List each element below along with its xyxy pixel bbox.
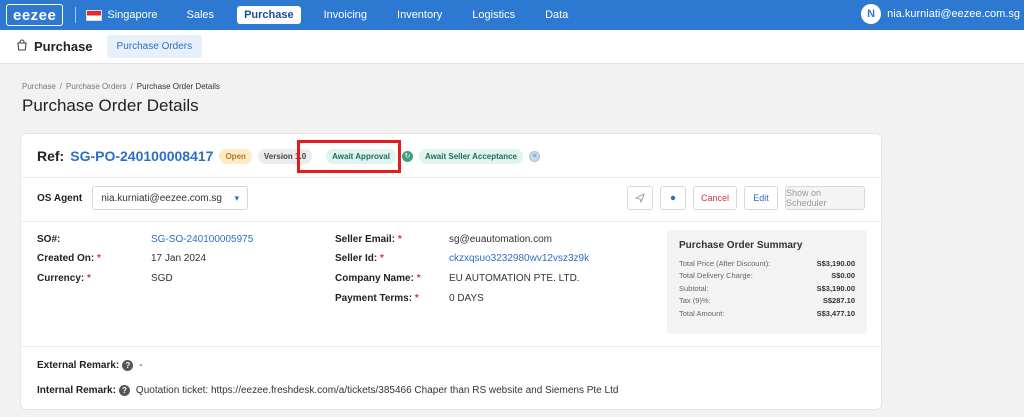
purchase-order-card: Ref: SG-PO-240100008417 Open Version 1.0… [20,133,883,410]
country-label: Singapore [107,9,158,21]
module-header: Purchase Purchase Orders [0,30,1024,64]
purchase-bag-icon [16,39,28,54]
divider [21,177,883,178]
summary-row: Total Price (After Discount): S$3,190.00 [679,258,855,268]
external-remark-label: External Remark: [37,360,120,371]
breadcrumb-purchase[interactable]: Purchase [22,82,56,91]
top-navbar: eezee Singapore Sales Purchase Invoicing… [0,0,1024,30]
summary-row: Total Delivery Charge: S$0.00 [679,271,855,281]
help-icon[interactable]: ? [122,360,134,371]
currency-label: Currency: * [37,273,91,284]
status-badge: Open [219,148,252,164]
divider [21,221,883,222]
ref-row: Ref: SG-PO-240100008417 Open Version 1.0… [37,148,546,164]
breadcrumb: Purchase / Purchase Orders / Purchase Order … [22,82,220,91]
send-button[interactable] [627,186,653,210]
highlight-annotation [297,140,401,173]
os-agent-value: nia.kurniati@eezee.com.sg [101,192,222,204]
internal-remark-value: Quotation ticket: https://eezee.freshdes… [135,385,619,396]
nav-sales[interactable]: Sales [180,6,222,24]
view-button[interactable] [660,186,686,210]
step-complete-icon: ↻ [401,150,413,162]
payment-terms-label: Payment Terms: * [335,293,419,304]
eye-icon [670,195,676,201]
step-pending-icon: ≡ [529,150,540,162]
action-buttons: Cancel Edit Show on Scheduler [620,186,865,210]
page-title: Purchase Order Details [22,96,199,115]
divider [21,346,883,347]
company-name-value: EU AUTOMATION PTE. LTD. [449,273,580,284]
breadcrumb-current: Purchase Order Details [136,82,220,91]
os-agent-select[interactable]: nia.kurniati@eezee.com.sg ▾ [92,186,249,210]
external-remark-value: - [139,360,143,371]
eezee-logo[interactable]: eezee [6,4,64,26]
country-selector[interactable]: Singapore [86,9,158,21]
send-icon [635,193,645,203]
step-await-seller-acceptance: Await Seller Acceptance [418,148,523,164]
payment-terms-value: 0 DAYS [449,293,484,304]
summary-title: Purchase Order Summary [679,240,803,251]
os-agent-label: OS Agent [37,192,83,204]
tab-purchase-orders[interactable]: Purchase Orders [106,35,203,58]
os-agent-row: OS Agent nia.kurniati@eezee.com.sg ▾ [37,186,249,210]
nav-invoicing[interactable]: Invoicing [317,6,374,24]
order-summary-panel: Purchase Order Summary Total Price (Afte… [667,230,867,334]
summary-row: Tax (9)%: S$287.10 [679,296,855,306]
ref-label: Ref: [37,148,65,164]
seller-id-link[interactable]: ckzxqsuo3232980wv12vsz3z9k [449,253,589,264]
nav-purchase[interactable]: Purchase [237,6,301,24]
company-name-label: Company Name: * [335,273,421,284]
singapore-flag-icon [86,9,103,21]
nav-divider [75,7,77,23]
external-remark-row: External Remark: ? - [37,360,143,371]
summary-row: Total Amount: S$3,477.10 [679,308,855,318]
so-number-label: SO#: [37,234,61,245]
internal-remark-label: Internal Remark: [37,385,116,396]
internal-remark-row: Internal Remark: ? Quotation ticket: htt… [37,385,618,396]
currency-value: SGD [151,273,173,284]
breadcrumb-purchase-orders[interactable]: Purchase Orders [66,82,126,91]
nav-logistics[interactable]: Logistics [465,6,522,24]
nav-data[interactable]: Data [538,6,575,24]
cancel-button[interactable]: Cancel [693,186,737,210]
ref-number: SG-PO-240100008417 [70,148,214,164]
user-menu[interactable]: N nia.kurniati@eezee.com.sg [861,4,1020,24]
seller-id-label: Seller Id: * [335,253,384,264]
nav-inventory[interactable]: Inventory [390,6,449,24]
seller-email-label: Seller Email: * [335,234,402,245]
created-on-label: Created On: * [37,253,101,264]
chevron-down-icon: ▾ [234,192,240,203]
user-email: nia.kurniati@eezee.com.sg [887,8,1020,20]
edit-button[interactable]: Edit [744,186,778,210]
avatar: N [861,4,882,24]
show-on-scheduler-button[interactable]: Show on Scheduler [785,186,865,210]
module-title: Purchase [34,39,93,54]
so-number-link[interactable]: SG-SO-240100005975 [151,234,253,245]
summary-row: Subtotal: S$3,190.00 [679,283,855,293]
help-icon[interactable]: ? [118,385,130,396]
created-on-value: 17 Jan 2024 [151,253,207,264]
seller-email-value: sg@euautomation.com [449,234,552,245]
